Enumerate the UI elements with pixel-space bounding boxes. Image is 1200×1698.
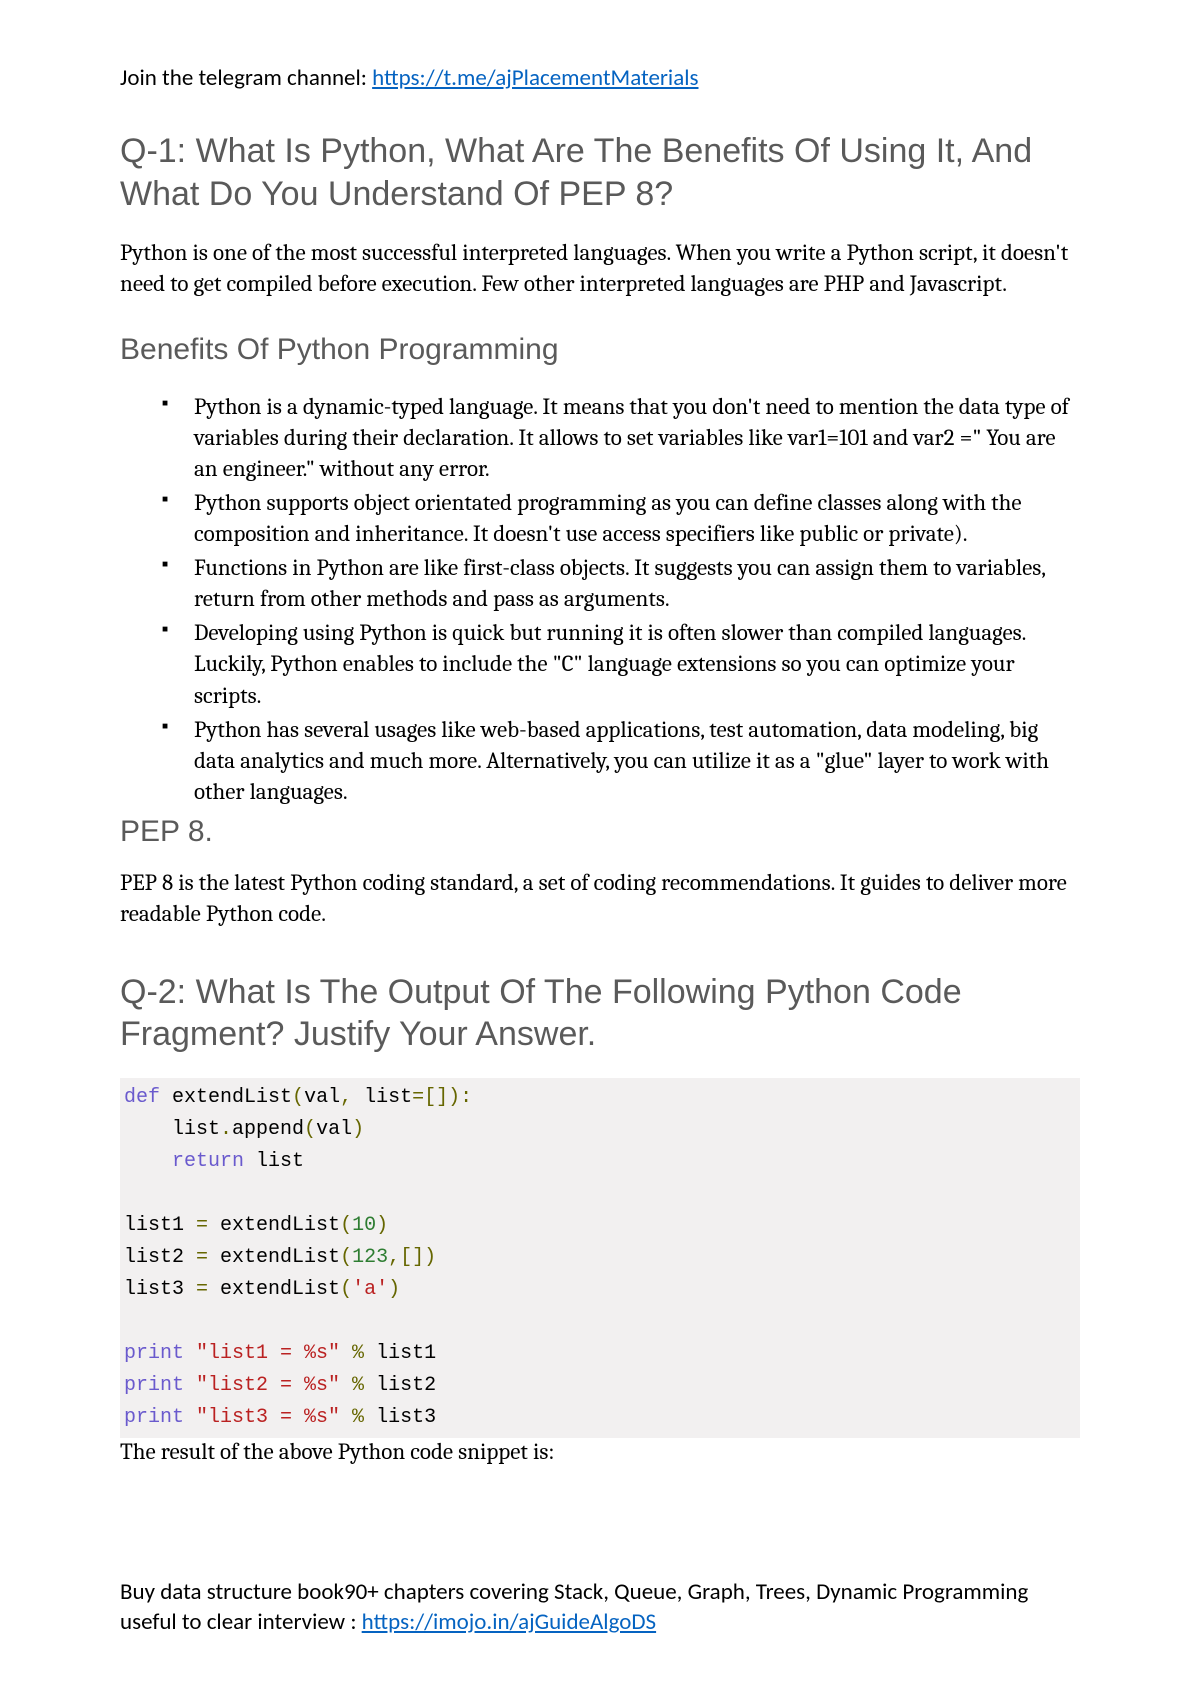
- list-item: Python supports object orientated progra…: [166, 487, 1080, 549]
- code-keyword: def: [124, 1086, 160, 1109]
- benefits-heading: Benefits Of Python Programming: [120, 333, 1080, 367]
- code-keyword: print: [124, 1406, 184, 1429]
- code-op: %: [340, 1406, 364, 1429]
- code-text: list1: [364, 1342, 436, 1365]
- code-text: list: [364, 1086, 412, 1109]
- code-punct: .: [220, 1118, 232, 1141]
- pep-heading: PEP 8.: [120, 815, 1080, 849]
- code-punct: ): [388, 1278, 400, 1301]
- code-punct: =: [196, 1278, 208, 1301]
- code-text: list: [244, 1150, 304, 1173]
- code-punct: =: [196, 1214, 208, 1237]
- code-punct: (: [340, 1246, 352, 1269]
- code-text: val: [316, 1118, 352, 1141]
- code-number: 123: [352, 1246, 388, 1269]
- code-text: val: [304, 1086, 340, 1109]
- header-prefix: Join the telegram channel:: [120, 64, 372, 92]
- code-string: "list2 = %s": [184, 1374, 340, 1397]
- code-text: list2: [364, 1374, 436, 1397]
- code-punct: ,: [340, 1086, 364, 1109]
- code-text: extendList: [208, 1246, 340, 1269]
- code-keyword: print: [124, 1342, 184, 1365]
- code-text: list1: [124, 1214, 196, 1237]
- code-punct: (: [304, 1118, 316, 1141]
- code-text: list3: [124, 1278, 196, 1301]
- code-keyword: print: [124, 1374, 184, 1397]
- code-text: extendList: [208, 1214, 340, 1237]
- code-punct: (: [292, 1086, 304, 1109]
- code-string: "list3 = %s": [184, 1406, 340, 1429]
- code-punct: ): [376, 1214, 388, 1237]
- code-string: 'a': [352, 1278, 388, 1301]
- benefits-list: Python is a dynamic-typed language. It m…: [120, 391, 1080, 807]
- code-text: extendList: [160, 1086, 292, 1109]
- footer: Buy data structure book90+ chapters cove…: [120, 1578, 1080, 1638]
- code-text: append: [232, 1118, 304, 1141]
- list-item: Python is a dynamic-typed language. It m…: [166, 391, 1080, 484]
- header-line: Join the telegram channel: https://t.me/…: [120, 64, 1080, 92]
- telegram-link[interactable]: https://t.me/ajPlacementMaterials: [372, 64, 698, 92]
- code-text: list3: [364, 1406, 436, 1429]
- code-punct: (: [340, 1214, 352, 1237]
- code-block: def extendList(val, list=[]): list.appen…: [120, 1078, 1080, 1438]
- code-text: extendList: [208, 1278, 340, 1301]
- list-item: Python has several usages like web-based…: [166, 714, 1080, 807]
- code-punct: ): [352, 1118, 364, 1141]
- after-code-text: The result of the above Python code snip…: [120, 1438, 1080, 1465]
- code-op: %: [340, 1374, 364, 1397]
- document-page: Join the telegram channel: https://t.me/…: [0, 0, 1200, 1698]
- footer-link[interactable]: https://imojo.in/ajGuideAlgoDS: [362, 1608, 656, 1636]
- pep-body: PEP 8 is the latest Python coding standa…: [120, 867, 1080, 929]
- code-text: list: [124, 1118, 220, 1141]
- code-keyword: return: [124, 1150, 244, 1173]
- code-text: list2: [124, 1246, 196, 1269]
- code-number: 10: [352, 1214, 376, 1237]
- q1-intro: Python is one of the most successful int…: [120, 237, 1080, 299]
- list-item: Functions in Python are like first-class…: [166, 552, 1080, 614]
- code-punct: ,[]): [388, 1246, 436, 1269]
- code-punct: =[]):: [412, 1086, 472, 1109]
- q2-heading: Q-2: What Is The Output Of The Following…: [120, 971, 1080, 1056]
- list-item: Developing using Python is quick but run…: [166, 617, 1080, 710]
- code-string: "list1 = %s": [184, 1342, 340, 1365]
- q1-heading: Q-1: What Is Python, What Are The Benefi…: [120, 130, 1080, 215]
- code-punct: =: [196, 1246, 208, 1269]
- code-op: %: [340, 1342, 364, 1365]
- code-punct: (: [340, 1278, 352, 1301]
